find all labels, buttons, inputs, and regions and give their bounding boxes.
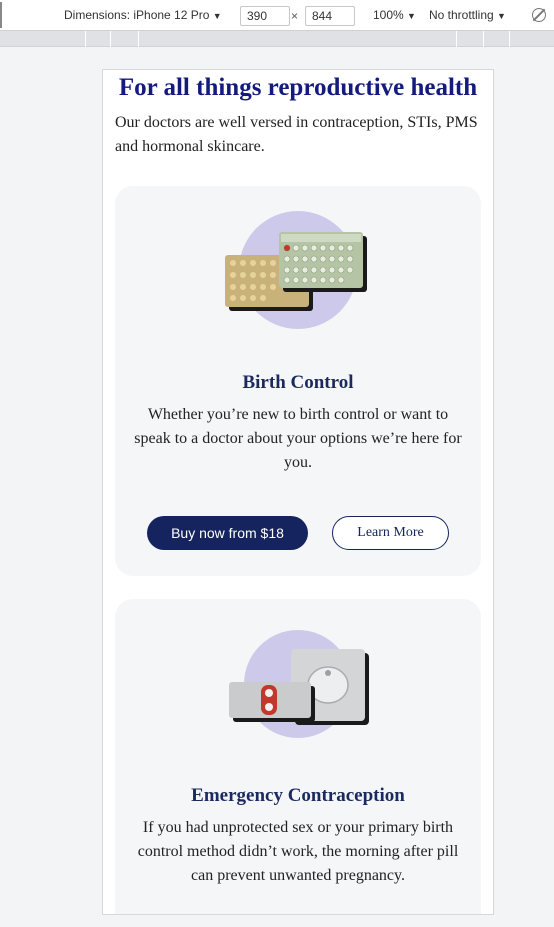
zoom-select[interactable]: 100% ▼ [373,8,416,22]
page-title: For all things reproductive health [118,74,478,101]
card-description: Whether you’re new to birth control or w… [134,406,462,471]
pill-pack-icon [115,208,481,338]
card-description: If you had unprotected sex or your prima… [137,819,459,884]
intro-text: Our doctors are well versed in contracep… [115,114,478,155]
emergency-pill-blister-icon [115,619,481,749]
throttle-label: No throttling [429,8,494,22]
birth-control-card: Birth Control Whether you’re new to birt… [115,186,481,576]
device-select[interactable]: Dimensions: iPhone 12 Pro ▼ [64,8,222,22]
device-label: Dimensions: iPhone 12 Pro [64,8,210,22]
ruler-segment[interactable] [110,31,111,47]
rotate-icon[interactable] [532,8,546,22]
emergency-contraception-card: Emergency Contraception If you had unpro… [115,599,481,914]
toolbar-edge [0,2,2,28]
device-viewport: For all things reproductive health Our d… [102,69,494,915]
card-title: Emergency Contraception [191,785,405,806]
ruler-segment[interactable] [509,31,510,47]
chevron-down-icon: ▼ [407,11,416,21]
width-input[interactable]: 390 [240,6,290,26]
ruler-segment[interactable] [456,31,457,47]
media-query-ruler [0,31,554,47]
buy-now-button[interactable]: Buy now from $18 [147,516,308,550]
pill-pack-image [225,232,367,311]
ruler-segment[interactable] [138,31,139,47]
card-title: Birth Control [242,372,354,393]
throttle-select[interactable]: No throttling ▼ [429,8,506,22]
dimension-separator: × [291,9,299,23]
chevron-down-icon: ▼ [212,11,222,21]
ruler-segment[interactable] [483,31,484,47]
zoom-label: 100% [373,8,404,22]
chevron-down-icon: ▼ [497,11,506,21]
blister-image [229,649,369,725]
height-input[interactable]: 844 [305,6,355,26]
learn-more-button[interactable]: Learn More [332,516,449,550]
devtools-device-toolbar: Dimensions: iPhone 12 Pro ▼ 390 × 844 10… [0,0,554,31]
ruler-segment[interactable] [85,31,86,47]
